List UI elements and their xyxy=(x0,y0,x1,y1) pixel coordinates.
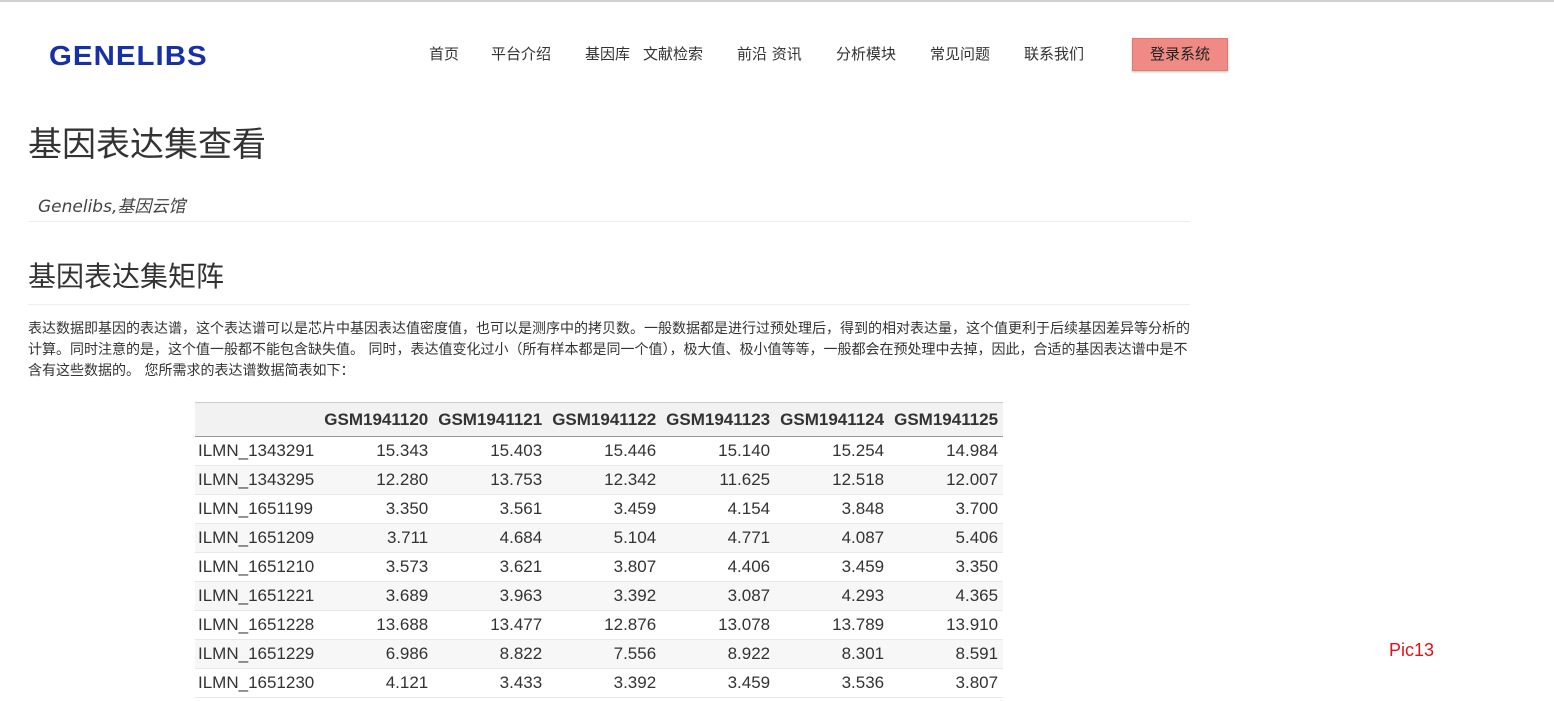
table-cell: 15.254 xyxy=(775,436,890,466)
table-row: ILMN_1651221 3.689 3.963 3.392 3.087 4.2… xyxy=(195,581,1004,611)
divider xyxy=(28,304,1190,305)
nav-frontier-news[interactable]: 前沿 资讯 xyxy=(737,43,802,64)
table-cell: 4.406 xyxy=(661,552,776,582)
table-header-cell: GSM1941120 xyxy=(319,402,434,437)
table-cell: 3.350 xyxy=(319,494,434,524)
table-cell: 15.140 xyxy=(661,436,776,466)
table-header-row: GSM1941120 GSM1941121 GSM1941122 GSM1941… xyxy=(195,402,1004,437)
table-row: ILMN_1343295 12.280 13.753 12.342 11.625… xyxy=(195,465,1004,495)
table-header-rowname xyxy=(195,402,320,437)
table-cell: 3.459 xyxy=(775,552,890,582)
table-cell: 6.986 xyxy=(319,639,434,669)
table-row: ILMN_1651209 3.711 4.684 5.104 4.771 4.0… xyxy=(195,523,1004,553)
table-cell: 8.301 xyxy=(775,639,890,669)
table-row: ILMN_1651210 3.573 3.621 3.807 4.406 3.4… xyxy=(195,552,1004,582)
table-cell: 3.963 xyxy=(433,581,548,611)
table-cell: 3.350 xyxy=(889,552,1004,582)
table-cell: 3.536 xyxy=(775,668,890,698)
section-description: 表达数据即基因的表达谱，这个表达谱可以是芯片中基因表达值密度值，也可以是测序中的… xyxy=(28,321,1190,379)
site-logo[interactable]: GENELIBS xyxy=(49,40,208,72)
table-cell: 4.121 xyxy=(319,668,434,698)
nav-home[interactable]: 首页 xyxy=(429,43,459,64)
table-cell: 4.684 xyxy=(433,523,548,553)
table-header-cell: GSM1941124 xyxy=(775,402,890,437)
table-cell: 13.688 xyxy=(319,610,434,640)
table-cell: 11.625 xyxy=(661,465,776,495)
table-cell: 4.365 xyxy=(889,581,1004,611)
table-cell: 13.789 xyxy=(775,610,890,640)
table-cell: 12.518 xyxy=(775,465,890,495)
table-cell: 8.591 xyxy=(889,639,1004,669)
expression-matrix-table: GSM1941120 GSM1941121 GSM1941122 GSM1941… xyxy=(195,402,1004,698)
login-button[interactable]: 登录系统 xyxy=(1132,38,1228,71)
table-row: ILMN_1651230 4.121 3.433 3.392 3.459 3.5… xyxy=(195,668,1004,698)
table-cell: 3.459 xyxy=(547,494,662,524)
table-row: ILMN_1651199 3.350 3.561 3.459 4.154 3.8… xyxy=(195,494,1004,524)
page-title: 基因表达集查看 xyxy=(28,125,266,165)
table-header-cell: GSM1941125 xyxy=(889,402,1004,437)
probe-id: ILMN_1651228 xyxy=(195,610,320,640)
table-cell: 3.711 xyxy=(319,523,434,553)
table-cell: 3.807 xyxy=(547,552,662,582)
top-border xyxy=(0,0,1554,2)
table-cell: 4.087 xyxy=(775,523,890,553)
table-cell: 12.280 xyxy=(319,465,434,495)
table-cell: 14.984 xyxy=(889,436,1004,466)
probe-id: ILMN_1651230 xyxy=(195,668,320,698)
nav-contact-us[interactable]: 联系我们 xyxy=(1024,43,1084,64)
table-cell: 15.403 xyxy=(433,436,548,466)
probe-id: ILMN_1343291 xyxy=(195,436,320,466)
picture-annotation: Pic13 xyxy=(1389,640,1435,660)
table-cell: 12.342 xyxy=(547,465,662,495)
table-cell: 7.556 xyxy=(547,639,662,669)
table-row: ILMN_1651228 13.688 13.477 12.876 13.078… xyxy=(195,610,1004,640)
nav-faq[interactable]: 常见问题 xyxy=(930,43,990,64)
table-row: ILMN_1651229 6.986 8.822 7.556 8.922 8.3… xyxy=(195,639,1004,669)
table-cell: 4.771 xyxy=(661,523,776,553)
table-cell: 5.104 xyxy=(547,523,662,553)
table-cell: 8.922 xyxy=(661,639,776,669)
table-row: ILMN_1343291 15.343 15.403 15.446 15.140… xyxy=(195,436,1004,466)
table-header-cell: GSM1941123 xyxy=(661,402,776,437)
table-header-cell: GSM1941121 xyxy=(433,402,548,437)
divider xyxy=(28,221,1190,222)
probe-id: ILMN_1651210 xyxy=(195,552,320,582)
table-header-cell: GSM1941122 xyxy=(547,402,662,437)
table-cell: 3.848 xyxy=(775,494,890,524)
table-cell: 13.753 xyxy=(433,465,548,495)
section-title: 基因表达集矩阵 xyxy=(28,260,225,293)
table-cell: 5.406 xyxy=(889,523,1004,553)
nav-gene-library[interactable]: 基因库 xyxy=(585,43,630,64)
table-cell: 4.293 xyxy=(775,581,890,611)
table-cell: 15.343 xyxy=(319,436,434,466)
probe-id: ILMN_1651229 xyxy=(195,639,320,669)
table-cell: 13.477 xyxy=(433,610,548,640)
table-cell: 3.392 xyxy=(547,668,662,698)
table-cell: 13.078 xyxy=(661,610,776,640)
nav-literature-search[interactable]: 文献检索 xyxy=(643,43,703,64)
nav-analysis-modules[interactable]: 分析模块 xyxy=(836,43,896,64)
table-cell: 15.446 xyxy=(547,436,662,466)
table-cell: 3.087 xyxy=(661,581,776,611)
table-cell: 3.433 xyxy=(433,668,548,698)
probe-id: ILMN_1343295 xyxy=(195,465,320,495)
table-cell: 3.689 xyxy=(319,581,434,611)
table-cell: 13.910 xyxy=(889,610,1004,640)
table-cell: 8.822 xyxy=(433,639,548,669)
table-cell: 3.700 xyxy=(889,494,1004,524)
probe-id: ILMN_1651221 xyxy=(195,581,320,611)
probe-id: ILMN_1651209 xyxy=(195,523,320,553)
table-cell: 3.561 xyxy=(433,494,548,524)
table-cell: 3.573 xyxy=(319,552,434,582)
table-cell: 12.007 xyxy=(889,465,1004,495)
table-cell: 3.392 xyxy=(547,581,662,611)
table-cell: 4.154 xyxy=(661,494,776,524)
page-subtitle: Genelibs,基因云馆 xyxy=(38,197,186,217)
table-cell: 3.621 xyxy=(433,552,548,582)
nav-platform-intro[interactable]: 平台介绍 xyxy=(491,43,551,64)
probe-id: ILMN_1651199 xyxy=(195,494,320,524)
table-cell: 3.807 xyxy=(889,668,1004,698)
table-cell: 12.876 xyxy=(547,610,662,640)
table-cell: 3.459 xyxy=(661,668,776,698)
